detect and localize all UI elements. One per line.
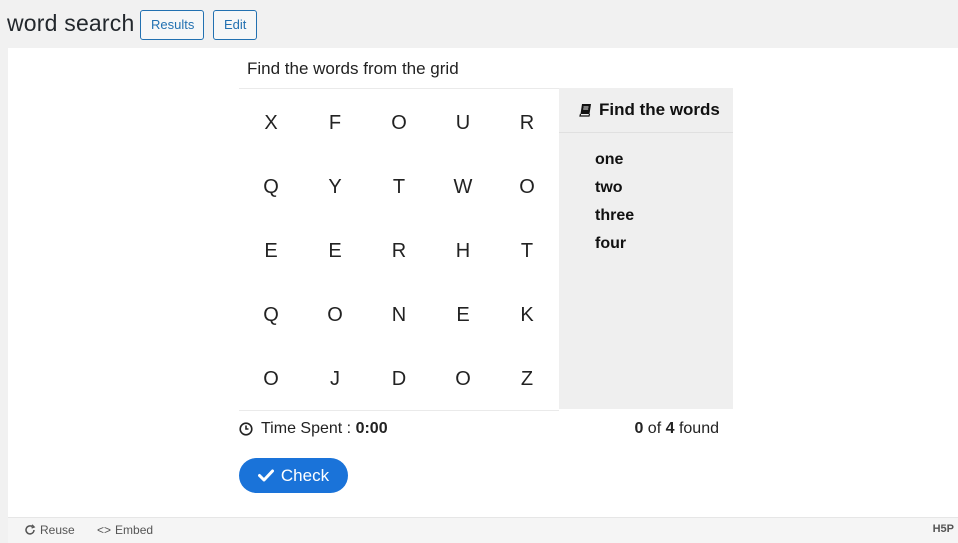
reuse-label: Reuse xyxy=(40,523,75,537)
grid-letter-cell[interactable]: T xyxy=(495,219,559,283)
grid-letter-cell[interactable]: E xyxy=(431,283,495,347)
clock-icon xyxy=(239,422,253,436)
grid-letter-cell[interactable]: E xyxy=(303,219,367,283)
found-counter: 0 of 4 found xyxy=(634,420,719,438)
code-icon: <> xyxy=(97,523,112,537)
word-item: two xyxy=(595,179,623,196)
grid-letter-cell[interactable]: R xyxy=(367,219,431,283)
edit-button[interactable]: Edit xyxy=(213,10,257,40)
found-of: of xyxy=(647,420,662,437)
page-title: word search xyxy=(7,10,135,36)
grid-letter-cell[interactable]: X xyxy=(239,91,303,155)
grid-letter-cell[interactable]: Y xyxy=(303,155,367,219)
grid-letter-cell[interactable]: Q xyxy=(239,155,303,219)
total-count: 4 xyxy=(665,420,675,437)
grid-letter-cell[interactable]: E xyxy=(239,219,303,283)
status-row xyxy=(247,372,727,392)
grid-row: QYTWO xyxy=(239,155,559,219)
found-count: 0 xyxy=(634,420,644,437)
footer-bar: Reuse <> Embed H5P xyxy=(8,517,958,543)
grid-letter-cell[interactable]: Q xyxy=(239,283,303,347)
refresh-icon xyxy=(25,524,36,535)
reuse-link[interactable]: Reuse xyxy=(24,523,75,537)
word-item: one xyxy=(595,151,624,168)
grid-row: QONEK xyxy=(239,283,559,347)
letter-grid: XFOURQYTWOEERHTQONEKOJDOZ xyxy=(239,88,559,411)
word-item: three xyxy=(595,207,635,224)
h5p-logo[interactable]: H5P xyxy=(933,523,954,535)
word-item: four xyxy=(595,235,627,252)
embed-label: Embed xyxy=(115,523,154,537)
top-bar: word search Results Edit xyxy=(0,0,958,48)
timer: Time Spent : 0:00 xyxy=(239,420,388,438)
grid-letter-cell[interactable]: O xyxy=(303,283,367,347)
instruction-text: Find the words from the grid xyxy=(247,59,459,78)
check-button[interactable]: Check xyxy=(239,458,348,493)
content-area: Find the words from the grid XFOURQYTWOE… xyxy=(8,48,958,517)
checkmark-icon xyxy=(257,469,274,482)
grid-row: XFOUR xyxy=(239,91,559,155)
check-label: Check xyxy=(280,465,330,485)
grid-letter-cell[interactable]: K xyxy=(495,283,559,347)
grid-letter-cell[interactable]: H xyxy=(431,219,495,283)
grid-letter-cell[interactable]: W xyxy=(431,155,495,219)
word-list: one two three four xyxy=(559,133,733,261)
book-icon xyxy=(579,104,591,117)
grid-letter-cell[interactable]: N xyxy=(367,283,431,347)
word-list-heading: Find the words xyxy=(599,100,720,119)
grid-letter-cell[interactable]: U xyxy=(431,91,495,155)
grid-letter-cell[interactable]: O xyxy=(367,91,431,155)
found-suffix: found xyxy=(678,420,719,437)
word-list-panel: Find the words one two three four xyxy=(559,88,733,409)
status-bar: Time Spent : 0:00 0 of 4 found xyxy=(239,420,719,440)
letter-grid-table: XFOURQYTWOEERHTQONEKOJDOZ xyxy=(239,91,559,411)
embed-link[interactable]: <> Embed xyxy=(97,523,153,537)
time-label: Time Spent : xyxy=(261,420,352,437)
grid-letter-cell[interactable]: O xyxy=(495,155,559,219)
time-value: 0:00 xyxy=(355,420,388,437)
grid-letter-cell[interactable]: T xyxy=(367,155,431,219)
results-button[interactable]: Results xyxy=(140,10,204,40)
grid-row: EERHT xyxy=(239,219,559,283)
grid-letter-cell[interactable]: F xyxy=(303,91,367,155)
word-list-header: Find the words xyxy=(559,88,733,133)
grid-letter-cell[interactable]: R xyxy=(495,91,559,155)
